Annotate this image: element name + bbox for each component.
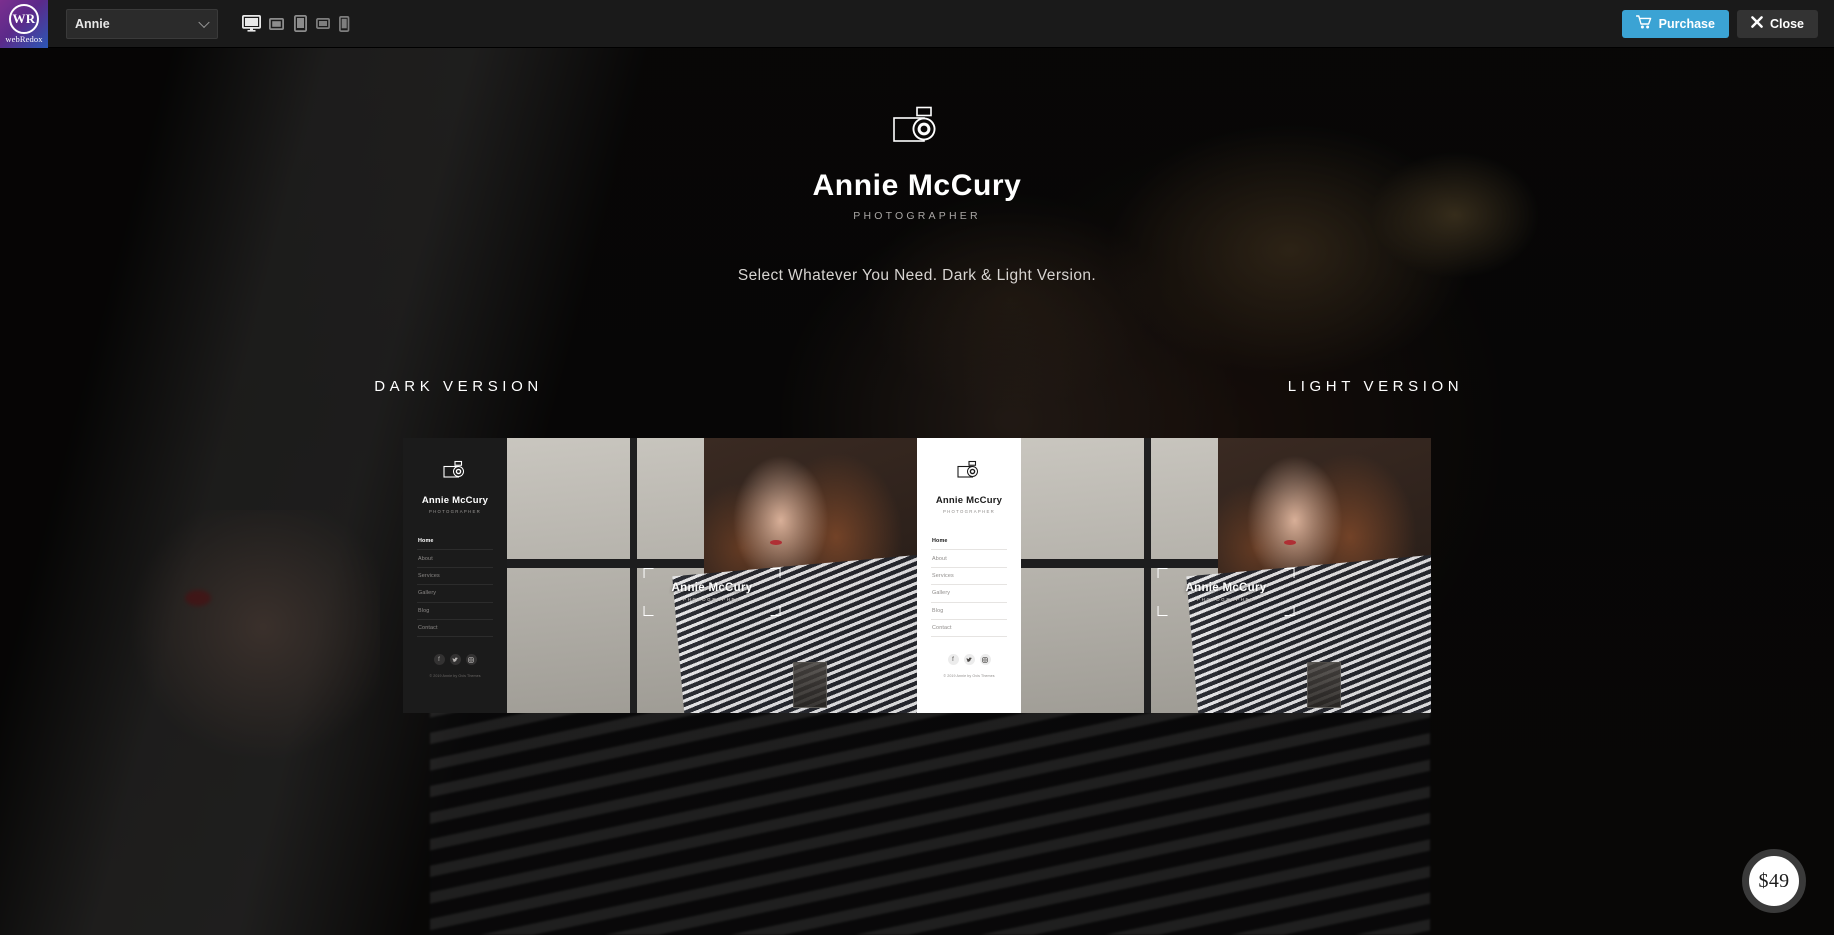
hero-tagline: Select Whatever You Need. Dark & Light V… xyxy=(737,267,1097,284)
device-button-laptop[interactable] xyxy=(269,17,286,31)
overlay-title: Annie McCury xyxy=(1185,582,1267,594)
overlay-subtitle: PHOTOGRAPHER xyxy=(1196,597,1256,602)
dark-preview-photo: Annie McCury PHOTOGRAPHER xyxy=(507,438,917,713)
light-preview-sidebar: Annie McCury PHOTOGRAPHER Home About Ser… xyxy=(917,438,1021,713)
theme-select[interactable]: Annie xyxy=(66,8,218,39)
corner-bracket-icon xyxy=(1157,568,1168,578)
light-version-label: LIGHT VERSION xyxy=(1287,378,1464,395)
dark-preview-nav: Home About Services Gallery Blog Contact xyxy=(417,533,493,638)
toolbar-actions: Purchase Close xyxy=(1621,9,1834,38)
purchase-button[interactable]: Purchase xyxy=(1621,9,1729,38)
overlay-title: Annie McCury xyxy=(671,582,753,594)
device-button-desktop[interactable] xyxy=(242,15,261,32)
dark-version-label: DARK VERSION xyxy=(374,378,543,395)
close-button-label: Close xyxy=(1769,16,1804,31)
dark-preview-overlay: Annie McCury PHOTOGRAPHER xyxy=(643,568,781,616)
preview-row: Annie McCury PHOTOGRAPHER Home About Ser… xyxy=(403,438,1431,713)
version-labels: DARK VERSION LIGHT VERSION xyxy=(0,378,1834,395)
corner-bracket-icon xyxy=(643,568,654,578)
sidebar-item-services[interactable]: Services xyxy=(931,568,1007,586)
light-version-preview[interactable]: Annie McCury PHOTOGRAPHER Home About Ser… xyxy=(917,438,1431,713)
corner-bracket-icon xyxy=(1284,606,1295,616)
preview-photo-image xyxy=(507,438,917,713)
light-preview-title: Annie McCury xyxy=(935,495,1003,506)
price-badge[interactable]: $49 xyxy=(1742,849,1806,913)
logo-wordmark: webRedox xyxy=(5,33,43,44)
price-amount: $49 xyxy=(1758,869,1790,892)
camera-icon xyxy=(442,460,468,488)
dark-preview-social: f xyxy=(433,654,477,666)
sidebar-item-home[interactable]: Home xyxy=(417,533,493,551)
preview-toolbar: WR webRedox Annie Purchase Close xyxy=(0,0,1834,48)
chevron-down-icon xyxy=(198,16,210,28)
close-icon xyxy=(1751,16,1763,31)
dark-preview-copyright: © 2019 Annie by Ovis Themes xyxy=(429,674,481,679)
corner-bracket-icon xyxy=(643,606,654,616)
page-subtitle: PHOTOGRAPHER xyxy=(853,210,981,222)
sidebar-item-gallery[interactable]: Gallery xyxy=(417,585,493,603)
sidebar-item-about[interactable]: About xyxy=(931,550,1007,568)
logo-circle-icon: WR xyxy=(9,3,39,34)
device-button-mobile[interactable] xyxy=(339,15,350,32)
camera-icon xyxy=(956,460,982,488)
camera-icon xyxy=(0,105,1834,153)
corner-bracket-icon xyxy=(1157,606,1168,616)
sidebar-item-gallery[interactable]: Gallery xyxy=(931,585,1007,603)
device-button-tablet-portrait[interactable] xyxy=(294,15,308,32)
overlay-subtitle: PHOTOGRAPHER xyxy=(682,597,742,602)
light-preview-copyright: © 2019 Annie by Ovis Themes xyxy=(943,674,995,679)
light-preview-social: f xyxy=(947,654,991,666)
instagram-icon[interactable] xyxy=(465,654,477,666)
dark-version-preview[interactable]: Annie McCury PHOTOGRAPHER Home About Ser… xyxy=(403,438,917,713)
instagram-icon[interactable] xyxy=(979,654,991,666)
device-switcher xyxy=(242,15,350,32)
dark-preview-title: Annie McCury xyxy=(421,495,489,506)
facebook-icon[interactable]: f xyxy=(433,654,445,666)
sidebar-item-services[interactable]: Services xyxy=(417,568,493,586)
sidebar-item-about[interactable]: About xyxy=(417,550,493,568)
twitter-icon[interactable] xyxy=(449,654,461,666)
light-preview-overlay: Annie McCury PHOTOGRAPHER xyxy=(1157,568,1295,616)
device-button-tablet-landscape[interactable] xyxy=(316,17,331,30)
twitter-icon[interactable] xyxy=(963,654,975,666)
light-preview-nav: Home About Services Gallery Blog Contact xyxy=(931,533,1007,638)
light-preview-subtitle: PHOTOGRAPHER xyxy=(942,509,996,514)
cart-icon xyxy=(1635,15,1652,32)
close-button[interactable]: Close xyxy=(1736,9,1818,38)
facebook-icon[interactable]: f xyxy=(947,654,959,666)
page-title: Annie McCury xyxy=(812,169,1022,202)
dark-preview-subtitle: PHOTOGRAPHER xyxy=(428,509,482,514)
hero-section: Annie McCury PHOTOGRAPHER Select Whateve… xyxy=(0,48,1834,285)
dark-preview-sidebar: Annie McCury PHOTOGRAPHER Home About Ser… xyxy=(403,438,507,713)
sidebar-item-blog[interactable]: Blog xyxy=(931,603,1007,620)
sidebar-item-contact[interactable]: Contact xyxy=(417,620,493,638)
corner-bracket-icon xyxy=(1284,568,1295,578)
logo-initials: WR xyxy=(12,11,36,27)
sidebar-item-home[interactable]: Home xyxy=(931,533,1007,551)
webredox-logo[interactable]: WR webRedox xyxy=(0,0,48,48)
corner-bracket-icon xyxy=(770,606,781,616)
corner-bracket-icon xyxy=(770,568,781,578)
preview-photo-image xyxy=(1021,438,1431,713)
light-preview-photo: Annie McCury PHOTOGRAPHER xyxy=(1021,438,1431,713)
sidebar-item-contact[interactable]: Contact xyxy=(931,620,1007,638)
theme-select-value: Annie xyxy=(75,16,110,31)
purchase-button-label: Purchase xyxy=(1658,16,1715,31)
sidebar-item-blog[interactable]: Blog xyxy=(417,603,493,620)
